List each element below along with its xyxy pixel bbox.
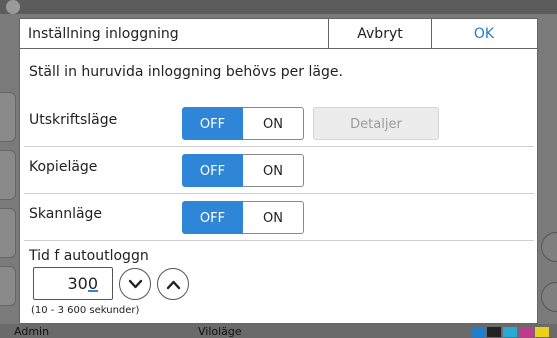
ok-button[interactable]: OK <box>432 19 536 49</box>
row-divider <box>24 240 534 241</box>
auto-logout-range: (10 - 3 600 sekunder) <box>31 305 140 316</box>
auto-logout-input[interactable]: 300 <box>33 267 113 300</box>
background-side-tab <box>0 150 16 200</box>
print-mode-toggle: OFF ON <box>182 107 304 140</box>
decrease-button[interactable] <box>119 268 151 300</box>
cancel-button[interactable]: Avbryt <box>329 19 432 49</box>
chevron-up-icon <box>166 280 181 290</box>
background-round-button <box>541 282 557 312</box>
background-side-tab <box>0 266 16 306</box>
print-mode-on-button[interactable]: ON <box>243 107 304 140</box>
row-divider <box>24 146 534 147</box>
copy-mode-toggle: OFF ON <box>182 154 304 187</box>
gear-icon <box>6 0 20 14</box>
increase-button[interactable] <box>157 268 189 300</box>
scan-mode-label: Skannläge <box>29 206 103 222</box>
background-round-button <box>541 232 557 262</box>
background-side-tab <box>0 92 16 142</box>
copy-mode-on-button[interactable]: ON <box>243 154 304 187</box>
background-mode-label: Viloläge <box>198 325 242 338</box>
scan-mode-toggle: OFF ON <box>182 201 304 234</box>
dialog-description: Ställ in huruvida inloggning behövs per … <box>29 64 343 80</box>
background-side-tab <box>0 208 16 258</box>
copy-mode-label: Kopieläge <box>29 159 98 175</box>
scan-mode-off-button[interactable]: OFF <box>182 201 243 234</box>
copy-mode-off-button[interactable]: OFF <box>182 154 243 187</box>
text-cursor <box>88 290 98 292</box>
dialog-title: Inställning inloggning <box>20 19 329 49</box>
auto-logout-label: Tid f autoutloggn <box>29 248 149 264</box>
scan-mode-on-button[interactable]: ON <box>243 201 304 234</box>
background-user-label: Admin <box>14 325 50 338</box>
background-topbar <box>0 0 557 14</box>
login-settings-dialog: Inställning inloggning Avbryt OK Ställ i… <box>19 18 538 324</box>
dialog-titlebar: Inställning inloggning Avbryt OK <box>20 19 537 49</box>
print-mode-off-button[interactable]: OFF <box>182 107 243 140</box>
details-button[interactable]: Detaljer <box>313 107 439 140</box>
row-divider <box>24 193 534 194</box>
print-mode-label: Utskriftsläge <box>29 112 118 128</box>
ink-level-indicators <box>471 327 549 337</box>
chevron-down-icon <box>128 279 143 289</box>
